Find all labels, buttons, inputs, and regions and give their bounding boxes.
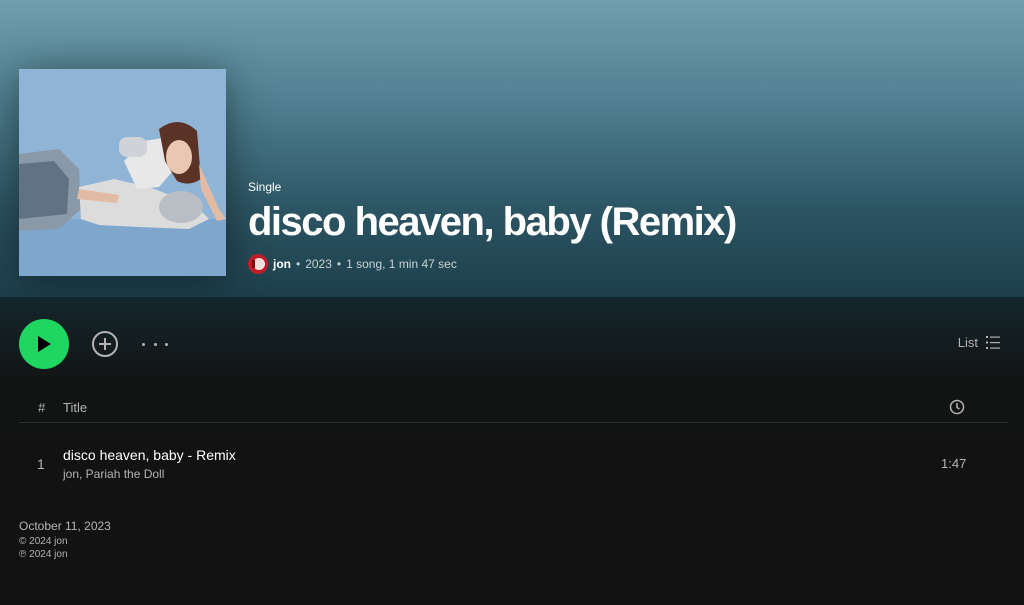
artist-avatar[interactable] <box>248 254 268 274</box>
play-button[interactable] <box>19 319 69 369</box>
track-row[interactable]: 1 disco heaven, baby - Remix jon, Pariah… <box>19 440 1008 490</box>
album-title: disco heaven, baby (Remix) <box>248 200 737 244</box>
list-icon <box>986 336 1000 349</box>
song-summary: 1 song, 1 min 47 sec <box>346 257 457 271</box>
copyright-text: © 2024 jon <box>19 536 68 547</box>
view-toggle-button[interactable]: List <box>958 335 1000 350</box>
artist-avatar-image <box>248 254 268 274</box>
more-options-icon <box>153 342 157 346</box>
track-duration: 1:47 <box>941 456 967 471</box>
album-meta: jon • 2023 • 1 song, 1 min 47 sec <box>248 254 736 274</box>
more-options-icon <box>142 342 145 346</box>
album-info: Single disco heaven, baby (Remix) jon • … <box>248 180 737 274</box>
add-circle-icon <box>92 331 118 357</box>
release-date: October 11, 2023 <box>19 519 111 533</box>
track-artists[interactable]: jon, Pariah the Doll <box>63 467 164 481</box>
track-number: 1 <box>37 456 45 472</box>
view-label: List <box>957 335 978 350</box>
more-options-button[interactable] <box>142 330 168 358</box>
album-cover-image <box>19 69 226 276</box>
release-type-label: Single <box>248 180 282 194</box>
album-cover[interactable] <box>19 69 226 276</box>
release-year: 2023 <box>305 257 332 271</box>
track-title[interactable]: disco heaven, baby - Remix <box>63 447 236 463</box>
tracklist-header: # Title <box>19 394 1008 423</box>
meta-separator: • <box>296 257 301 271</box>
column-title: Title <box>63 400 88 415</box>
more-options-icon <box>165 342 168 346</box>
artist-link[interactable]: jon <box>273 257 291 271</box>
add-to-library-button[interactable] <box>91 330 119 358</box>
clock-icon <box>949 399 965 415</box>
play-icon <box>38 336 51 352</box>
meta-separator: • <box>336 257 342 271</box>
column-number: # <box>38 400 46 415</box>
phonographic-copyright-text: ℗ 2024 jon <box>19 549 68 560</box>
